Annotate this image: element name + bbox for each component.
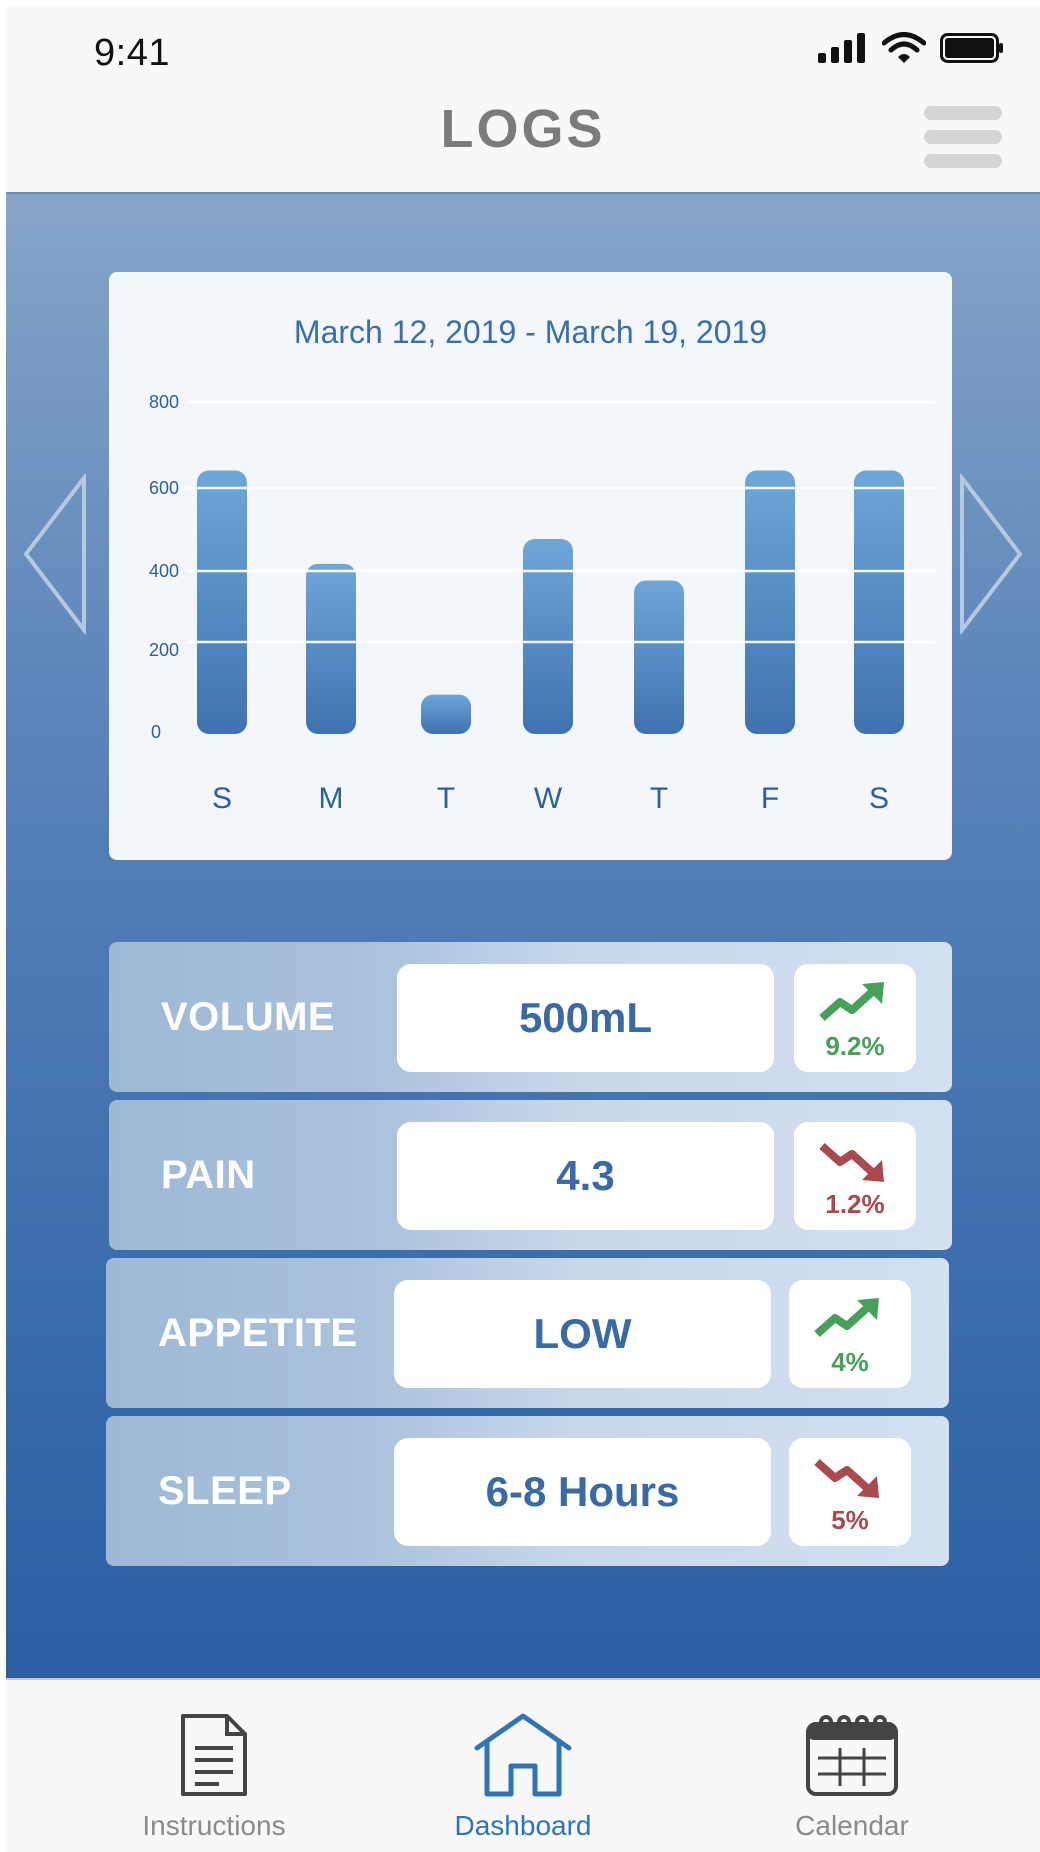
- metric-row-sleep[interactable]: SLEEP 6-8 Hours 5%: [106, 1416, 949, 1566]
- bar-chart: 0 200 400 600 800 S M T W T F S: [149, 392, 935, 815]
- bar-6[interactable]: [854, 470, 904, 734]
- metric-row-pain[interactable]: PAIN 4.3 1.2%: [109, 1100, 952, 1250]
- status-time: 9:41: [94, 32, 170, 74]
- y-tick-label: 200: [149, 640, 179, 660]
- metric-row-appetite[interactable]: APPETITE LOW 4%: [106, 1258, 949, 1408]
- bar-3[interactable]: [523, 538, 573, 734]
- tab-instructions-label: Instructions: [142, 1810, 286, 1841]
- x-tick-label: T: [437, 782, 455, 815]
- y-tick-label: 600: [149, 478, 179, 498]
- tab-instructions[interactable]: Instructions: [104, 1680, 324, 1852]
- metric-row-volume[interactable]: VOLUME 500mL 9.2%: [109, 942, 952, 1092]
- page-title: LOGS: [440, 99, 606, 159]
- x-tick-label: M: [319, 782, 344, 815]
- x-tick-label: T: [650, 782, 668, 815]
- trend-percent: 5%: [831, 1505, 869, 1535]
- metric-label: APPETITE: [158, 1311, 358, 1355]
- bar-5[interactable]: [745, 470, 795, 734]
- dashboard-main: March 12, 2019 - March 19, 2019 0 200 400 6…: [6, 192, 1040, 1680]
- y-tick-label: 800: [149, 392, 179, 412]
- metric-value[interactable]: 500mL: [397, 964, 774, 1072]
- x-tick-label: F: [761, 782, 779, 815]
- metric-trend[interactable]: 5%: [789, 1438, 911, 1546]
- y-tick-label: 400: [149, 561, 179, 581]
- metric-value[interactable]: LOW: [394, 1280, 771, 1388]
- metric-value[interactable]: 4.3: [397, 1122, 774, 1230]
- weekly-chart-card: March 12, 2019 - March 19, 2019 0 200 400 6…: [109, 272, 952, 860]
- trend-down-icon: [819, 1143, 884, 1182]
- bar-1[interactable]: [306, 563, 356, 734]
- metric-trend[interactable]: 1.2%: [794, 1122, 916, 1230]
- trend-percent: 4%: [831, 1347, 869, 1377]
- calendar-icon: [806, 1715, 898, 1796]
- status-icons: [818, 32, 1004, 64]
- bar-2[interactable]: [421, 694, 471, 734]
- metric-trend[interactable]: 4%: [789, 1280, 911, 1388]
- x-tick-label: S: [212, 782, 232, 815]
- bar-0[interactable]: [197, 470, 247, 734]
- signal-icon: [818, 33, 865, 63]
- previous-week-arrow-icon[interactable]: [20, 474, 90, 634]
- metric-label: VOLUME: [161, 995, 336, 1039]
- trend-percent: 9.2%: [825, 1031, 885, 1061]
- trend-up-icon: [819, 982, 884, 1021]
- metric-label: PAIN: [161, 1153, 256, 1197]
- tab-bar: Instructions Dashboard Calendar: [6, 1678, 1040, 1852]
- tab-calendar-label: Calendar: [795, 1810, 909, 1841]
- y-tick-label: 0: [151, 722, 161, 742]
- hamburger-menu-icon[interactable]: [924, 106, 1002, 168]
- metric-trend[interactable]: 9.2%: [794, 964, 916, 1072]
- x-tick-label: S: [869, 782, 889, 815]
- battery-icon: [940, 33, 1003, 63]
- document-icon: [181, 1714, 247, 1796]
- next-week-arrow-icon[interactable]: [956, 474, 1026, 634]
- trend-up-icon: [814, 1298, 879, 1337]
- trend-percent: 1.2%: [825, 1189, 885, 1219]
- trend-down-icon: [814, 1459, 879, 1498]
- tab-dashboard-label: Dashboard: [454, 1810, 592, 1841]
- app-frame: 9:41 LOGS March 12, 2019 - March 19, 201…: [6, 6, 1040, 1852]
- tab-dashboard[interactable]: Dashboard: [413, 1680, 633, 1852]
- x-tick-label: W: [534, 782, 563, 815]
- bar-4[interactable]: [634, 580, 684, 734]
- metric-label: SLEEP: [158, 1469, 292, 1513]
- wifi-icon: [882, 32, 926, 63]
- home-icon: [474, 1713, 572, 1797]
- metric-value[interactable]: 6-8 Hours: [394, 1438, 771, 1546]
- tab-calendar[interactable]: Calendar: [742, 1680, 962, 1852]
